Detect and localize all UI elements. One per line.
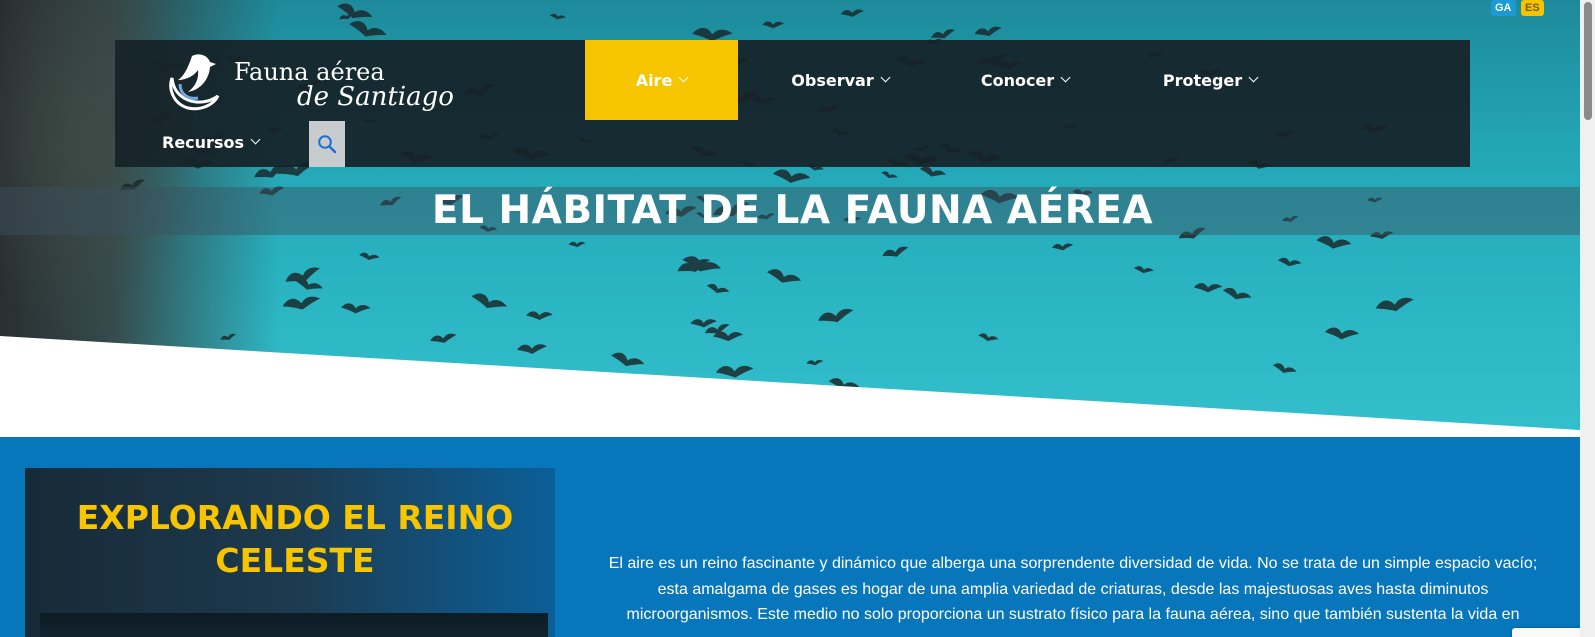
bird-silhouette <box>762 21 785 29</box>
bird-silhouette <box>978 333 999 342</box>
bird-silhouette <box>1052 243 1074 251</box>
bird-silhouette <box>430 333 457 343</box>
bird-silhouette <box>806 359 824 366</box>
bird-silhouette <box>1193 283 1223 293</box>
site-logo[interactable]: Fauna aérea de Santiago <box>162 48 454 114</box>
bird-silhouette <box>919 166 946 177</box>
language-es-button[interactable]: ES <box>1521 0 1544 16</box>
bird-silhouette <box>715 365 754 378</box>
main-navigation: Fauna aérea de Santiago Aire Observar Co… <box>115 40 1470 167</box>
chevron-down-icon <box>678 72 689 82</box>
bird-silhouette <box>1324 327 1359 340</box>
nav-item-recursos[interactable]: Recursos <box>150 120 270 165</box>
bird-silhouette <box>706 283 730 293</box>
bird-silhouette <box>1134 266 1154 274</box>
bird-silhouette <box>818 308 854 323</box>
bird-silhouette <box>337 3 373 19</box>
card-image <box>40 613 548 637</box>
chevron-down-icon <box>880 72 891 82</box>
recaptcha-badge[interactable] <box>1512 628 1580 637</box>
bird-silhouette <box>1316 236 1352 249</box>
page-title: EL HÁBITAT DE LA FAUNA AÉREA <box>431 188 1154 233</box>
bird-silhouette <box>549 13 566 20</box>
bird-silhouette <box>1272 363 1297 373</box>
nav-item-conocer[interactable]: Conocer <box>955 40 1095 120</box>
nav-item-proteger[interactable]: Proteger <box>1135 40 1285 120</box>
bird-silhouette <box>974 26 1002 37</box>
bird-silhouette <box>220 333 236 340</box>
nav-label: Proteger <box>1162 70 1243 90</box>
nav-label: Aire <box>635 70 673 90</box>
bird-silhouette <box>526 311 553 321</box>
bird-logo-icon <box>169 54 220 111</box>
intro-paragraph: El aire es un reino fascinante y dinámic… <box>608 555 1538 623</box>
nav-item-observar[interactable]: Observar <box>760 40 920 120</box>
bird-silhouette <box>1375 297 1414 312</box>
bird-silhouette <box>1222 287 1252 300</box>
bird-silhouette <box>766 269 802 283</box>
intro-section: EXPLORANDO EL REINO CELESTE El aire es u… <box>0 437 1580 637</box>
bird-silhouette <box>471 293 508 309</box>
language-ga-button[interactable]: GA <box>1491 0 1516 16</box>
nav-label: Recursos <box>162 133 244 152</box>
bird-silhouette <box>882 246 909 257</box>
bird-silhouette <box>359 252 380 261</box>
search-icon <box>318 135 337 154</box>
bird-silhouette <box>690 319 717 328</box>
chevron-down-icon <box>250 134 261 145</box>
logo-subtitle: de Santiago <box>297 82 454 112</box>
nav-label: Conocer <box>980 70 1055 90</box>
bird-silhouette <box>568 241 586 248</box>
bird-silhouette <box>840 9 864 17</box>
chevron-down-icon <box>1248 72 1259 82</box>
card-title: EXPLORANDO EL REINO CELESTE <box>76 498 514 580</box>
bird-silhouette <box>341 303 371 314</box>
nav-label: Observar <box>791 70 874 90</box>
scrollbar-thumb[interactable] <box>1584 2 1592 120</box>
bird-silhouette <box>881 171 898 179</box>
bird-silhouette <box>1277 257 1302 267</box>
nav-item-aire[interactable]: Aire <box>585 40 738 120</box>
bird-silhouette <box>772 169 811 183</box>
bird-silhouette <box>611 352 645 366</box>
chevron-down-icon <box>1060 72 1071 82</box>
page-scrollbar[interactable] <box>1580 0 1595 637</box>
bird-silhouette <box>517 344 548 354</box>
feature-card: EXPLORANDO EL REINO CELESTE <box>25 468 555 637</box>
search-button[interactable] <box>309 121 345 167</box>
bird-silhouette <box>282 296 320 310</box>
